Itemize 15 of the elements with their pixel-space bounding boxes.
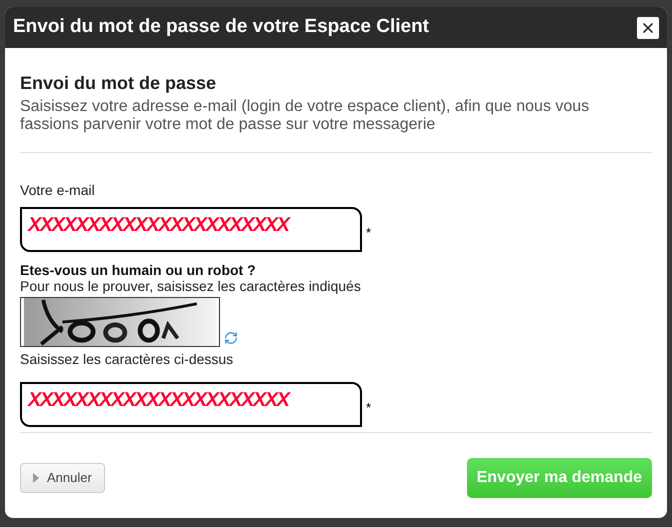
- input-field[interactable]: XXXXXXXXXXXXXXXXXXXXXX: [20, 382, 362, 426]
- email-label: Votre e-mail: [20, 180, 96, 200]
- play-icon: [33, 472, 39, 482]
- dialog-title: Envoi du mot de passe de votre Espace Client: [13, 15, 430, 40]
- intro-text: Saisissez votre adresse e-mail (login de votre espace client), afin que nous vous fassions parvenir votre mot de passe sur votre messagerie: [20, 98, 590, 134]
- cancel-button[interactable]: Annuler: [20, 462, 105, 492]
- required-mark: *: [366, 398, 372, 416]
- required-mark: *: [366, 224, 372, 242]
- captcha-title: Etes-vous un humain ou un robot ?: [20, 262, 257, 278]
- input-field[interactable]: XXXXXXXXXXXXXXXXXXXXXX: [20, 206, 362, 252]
- refresh-icon[interactable]: [224, 330, 238, 344]
- captcha-label: Saisissez les caractères ci-dessus: [20, 350, 234, 368]
- captcha-hint: Pour nous le prouver, saisissez les caractères indiqués: [20, 278, 362, 294]
- close-button[interactable]: [637, 16, 659, 38]
- section-heading: Envoi du mot de passe: [20, 72, 218, 94]
